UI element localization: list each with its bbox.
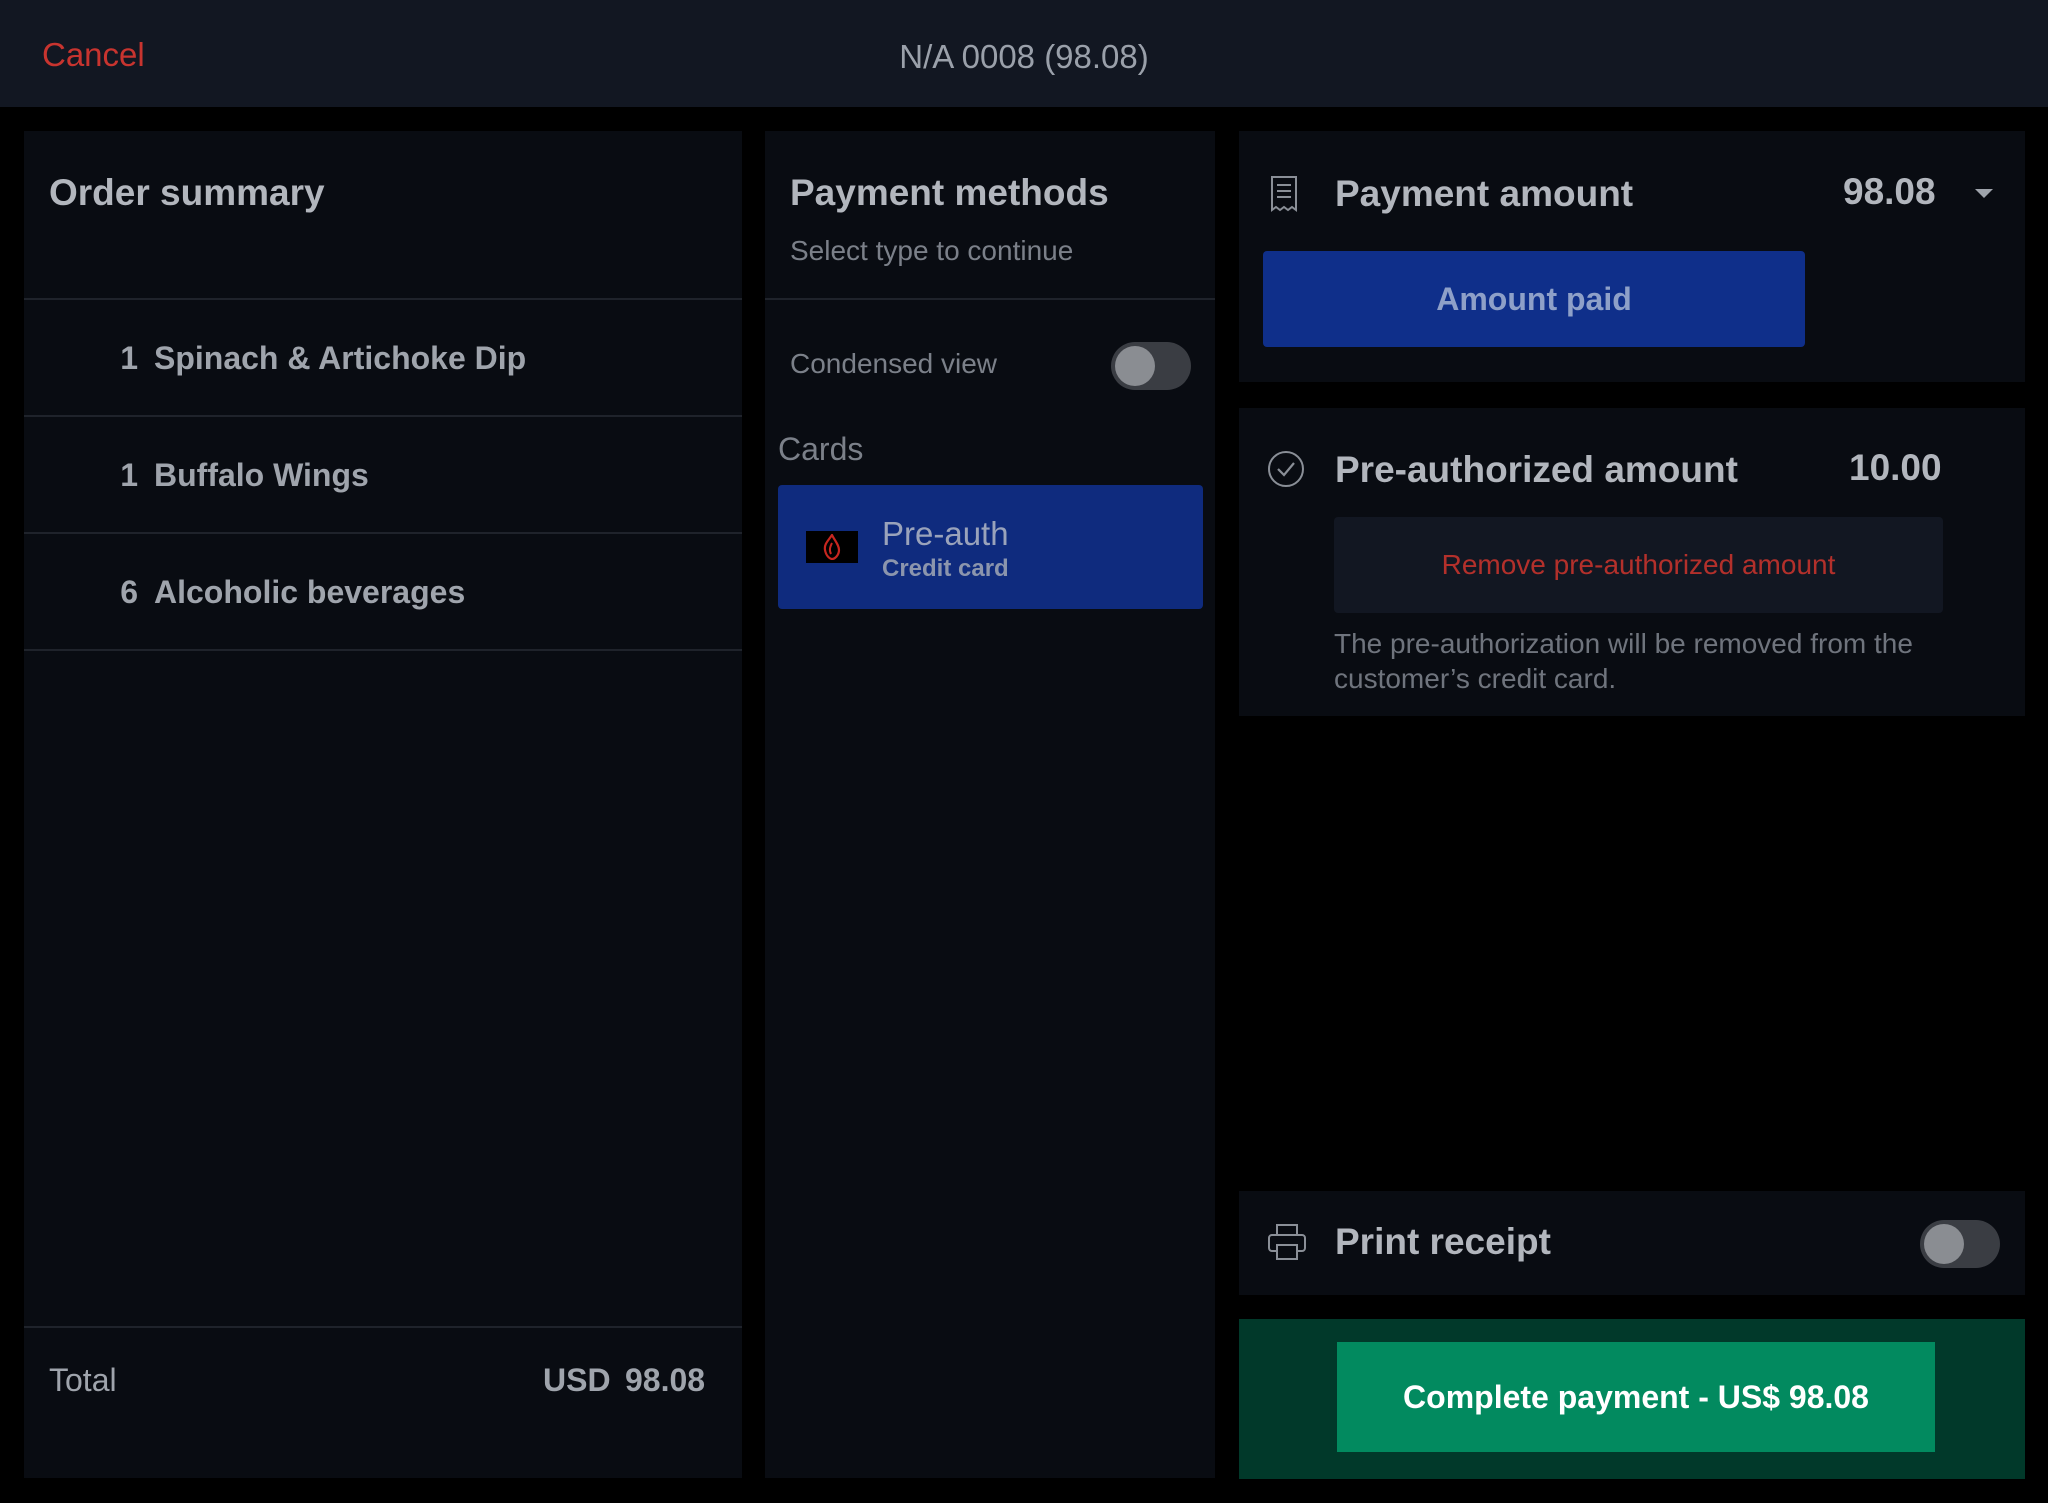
payment-methods-subtitle: Select type to continue	[790, 235, 1074, 266]
toggle-knob	[1115, 346, 1155, 386]
condensed-view-label: Condensed view	[790, 348, 998, 379]
check-circle-icon	[1267, 450, 1305, 493]
order-item-qty: 6	[120, 574, 138, 610]
toggle-knob	[1924, 1224, 1964, 1264]
preauth-value: 10.00	[1849, 447, 1942, 488]
complete-payment-button[interactable]: Complete payment - US$ 98.08	[1337, 1342, 1935, 1452]
preauth-note: The pre-authorization will be removed fr…	[1334, 628, 1913, 694]
condensed-view-toggle[interactable]	[1111, 342, 1191, 390]
page-title: N/A 0008 (98.08)	[899, 38, 1149, 75]
order-item[interactable]: 1 Buffalo Wings	[24, 417, 742, 533]
payment-amount-label: Payment amount	[1335, 173, 1634, 214]
receipt-icon	[1269, 175, 1299, 218]
order-item[interactable]: 6 Alcoholic beverages	[24, 534, 742, 650]
total-currency: USD	[543, 1362, 611, 1398]
payment-methods-panel: Payment methods Select type to continue …	[765, 131, 1215, 1478]
total-value: 98.08	[625, 1362, 706, 1398]
print-receipt-row: Print receipt	[1239, 1191, 2025, 1295]
order-item-qty: 1	[120, 457, 138, 493]
payment-method-preauth[interactable]: Pre-auth Credit card	[778, 485, 1203, 609]
total-label: Total	[49, 1362, 117, 1398]
order-item[interactable]: 1 Spinach & Artichoke Dip	[24, 300, 742, 416]
divider	[24, 1326, 742, 1328]
order-item-name: Buffalo Wings	[154, 457, 369, 493]
order-item-name: Alcoholic beverages	[154, 574, 466, 610]
print-receipt-label: Print receipt	[1335, 1221, 1551, 1262]
amount-paid-button[interactable]: Amount paid	[1263, 251, 1805, 347]
printer-icon	[1267, 1223, 1307, 1266]
payment-amount-value[interactable]: 98.08	[1843, 171, 1936, 213]
print-receipt-toggle[interactable]	[1920, 1220, 2000, 1268]
order-summary-panel: Order summary 1 Spinach & Artichoke Dip …	[24, 131, 742, 1478]
divider	[24, 649, 742, 651]
cards-section-label: Cards	[778, 431, 864, 467]
order-item-qty: 1	[120, 340, 138, 376]
remove-preauth-button[interactable]: Remove pre-authorized amount	[1334, 517, 1943, 613]
complete-payment-area: Complete payment - US$ 98.08	[1239, 1319, 2025, 1479]
order-item-name: Spinach & Artichoke Dip	[154, 340, 527, 376]
chevron-down-icon[interactable]	[1974, 187, 1994, 205]
order-summary-title: Order summary	[49, 172, 325, 213]
payment-methods-title: Payment methods	[790, 172, 1109, 213]
top-bar: Cancel N/A 0008 (98.08)	[0, 0, 2048, 107]
lightspeed-flame-icon	[806, 531, 858, 563]
divider	[765, 298, 1215, 300]
payment-method-title: Pre-auth	[882, 515, 1009, 552]
preauth-label: Pre-authorized amount	[1335, 449, 1738, 490]
payment-method-subtitle: Credit card	[882, 555, 1009, 582]
